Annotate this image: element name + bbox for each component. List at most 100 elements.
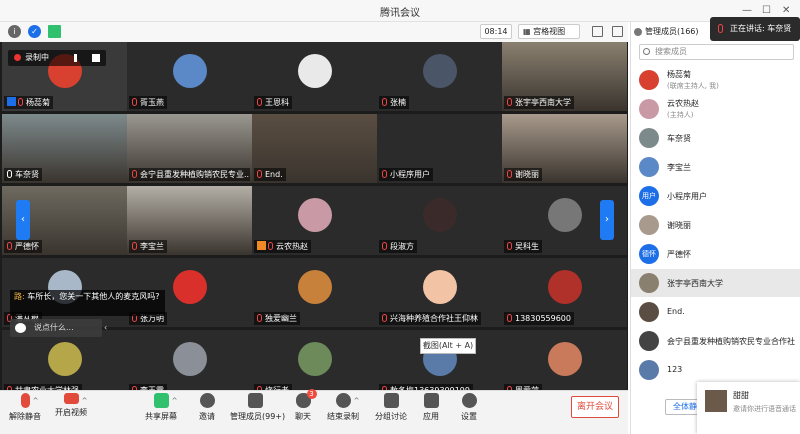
microphone-muted-icon: ^	[20, 393, 39, 408]
member-item[interactable]: 杨蕊菊 (联席主持人, 我)	[631, 66, 800, 94]
manager-icon	[257, 241, 266, 250]
chat-bubble-icon	[15, 323, 26, 333]
participant-avatar	[297, 270, 332, 304]
participant-name-tag: 李宝兰	[129, 240, 167, 253]
manage-members-button[interactable]: 管理成员(99+)	[230, 393, 285, 431]
participant-tile[interactable]: 甘肃农业大学林强	[2, 330, 127, 399]
record-icon: ^	[335, 393, 360, 408]
member-item[interactable]: 德怀 严德怀	[631, 240, 800, 268]
maximize-icon[interactable]: ☐	[762, 5, 771, 16]
end-recording-button[interactable]: ^ 结束录制	[326, 393, 360, 431]
member-item[interactable]: 张宇亭西南大学	[631, 269, 800, 297]
participant-tile[interactable]: 周爱萍	[502, 330, 627, 399]
participant-tile[interactable]: 张宇亭西南大学	[502, 42, 627, 111]
participant-tile[interactable]: 王恩科	[252, 42, 377, 111]
apps-button[interactable]: 应用	[420, 393, 442, 431]
participant-tile[interactable]: 车奈贤	[2, 114, 127, 183]
share-screen-button[interactable]: ^ 共享屏幕	[144, 393, 178, 431]
shield-icon[interactable]: ✓	[28, 25, 41, 38]
gallery-view-button[interactable]: ▦ 宫格视图	[518, 24, 580, 39]
participant-tile[interactable]: 谢晓丽	[502, 114, 627, 183]
meeting-timer: 08:14	[480, 24, 512, 39]
video-grid: 杨蕊菊 胥玉燕 王恩科 张楠 张宇亭西南大学 车奈贤 会宁县重发种植购销农民专业... End…	[0, 42, 628, 399]
pause-recording-icon[interactable]	[74, 54, 77, 62]
microphone-muted-icon	[132, 98, 137, 106]
participant-tile[interactable]: 张楠	[377, 42, 502, 111]
participant-name-tag: 独爱幽兰	[254, 312, 300, 325]
participant-tile[interactable]: 李玉霞	[127, 330, 252, 399]
close-icon[interactable]: ✕	[782, 5, 790, 16]
chevron-up-icon[interactable]: ^	[172, 397, 178, 405]
participant-tile[interactable]: 段淑方	[377, 186, 502, 255]
recording-label: 录制中	[25, 53, 49, 62]
member-item[interactable]: 云农热赵 (主持人)	[631, 95, 800, 123]
breakout-label: 分组讨论	[375, 412, 407, 421]
member-avatar	[639, 99, 659, 119]
signal-icon[interactable]	[48, 25, 61, 38]
caller-avatar	[705, 390, 727, 412]
participant-avatar	[547, 342, 582, 376]
member-item[interactable]: 用户 小程序用户	[631, 182, 800, 210]
participant-name-tag: 张宇亭西南大学	[504, 96, 574, 109]
breakout-rooms-button[interactable]: 分组讨论	[374, 393, 408, 431]
member-name: 云农热赵	[667, 99, 699, 108]
participant-name-tag: 13830559600	[504, 312, 574, 325]
gallery-view-label: 宫格视图	[533, 27, 566, 36]
member-item[interactable]: End.	[631, 298, 800, 326]
stop-recording-icon[interactable]	[92, 54, 100, 62]
caller-name: 甜甜	[733, 391, 749, 400]
meeting-window: 腾讯会议 — ☐ ✕ i ✓ 08:14 ▦ 宫格视图 杨蕊菊 胥玉燕 王恩科 张楠张…	[0, 0, 800, 434]
info-icon[interactable]: i	[8, 25, 21, 38]
participant-avatar	[297, 198, 332, 232]
participant-tile[interactable]: 小程序用户	[377, 114, 502, 183]
breakout-icon	[383, 393, 399, 408]
member-name: 杨蕊菊	[667, 70, 691, 79]
call-notification[interactable]: 甜甜 邀请你进行语音通话	[697, 382, 800, 434]
member-role: (联席主持人, 我)	[667, 82, 719, 90]
chat-popup: 路: 车所长，您关一下其他人的麦克风吗?	[10, 290, 165, 316]
participant-tile[interactable]: 13830559600	[502, 258, 627, 327]
participant-name-tag: 小程序用户	[379, 168, 433, 181]
previous-page-button[interactable]: ‹	[16, 200, 30, 240]
chat-input[interactable]: 说点什么... ‹	[10, 319, 107, 337]
title-bar: 腾讯会议 — ☐ ✕	[0, 0, 800, 22]
chevron-up-icon[interactable]: ^	[82, 397, 88, 405]
chat-button[interactable]: 3 聊天	[292, 389, 317, 431]
fullscreen-icon[interactable]	[592, 26, 603, 37]
participant-tile[interactable]: End.	[252, 114, 377, 183]
chevron-up-icon[interactable]: ^	[354, 397, 360, 405]
participant-name: 会宁县重发种植购销农民专业...	[140, 170, 250, 179]
participant-tile[interactable]: 独爱幽兰	[252, 258, 377, 327]
minimize-icon[interactable]: —	[742, 5, 752, 16]
mute-button[interactable]: ^ 解除静音	[8, 393, 42, 431]
microphone-muted-icon	[507, 170, 512, 178]
video-button[interactable]: ^ 开启视频	[54, 393, 88, 431]
next-page-button[interactable]: ›	[600, 200, 614, 240]
member-item[interactable]: 会宁县重发种植购销农民专业合作社	[631, 327, 800, 355]
chevron-left-icon[interactable]: ‹	[104, 319, 116, 337]
member-name: 谢晓丽	[667, 221, 691, 230]
participant-name: 段淑方	[390, 242, 414, 251]
participant-tile[interactable]: 李宝兰	[127, 186, 252, 255]
participant-name-tag: End.	[254, 168, 286, 181]
participant-tile[interactable]: 兴海种养殖合作社王仰林	[377, 258, 502, 327]
participant-tile[interactable]: 会宁县重发种植购销农民专业...	[127, 114, 252, 183]
chevron-up-icon[interactable]: ^	[33, 397, 39, 405]
member-avatar	[639, 302, 659, 322]
member-search-input[interactable]: 搜索成员	[639, 44, 794, 60]
participant-tile[interactable]: 云农热赵	[252, 186, 377, 255]
participant-tile[interactable]: 胥玉燕	[127, 42, 252, 111]
participant-name: 独爱幽兰	[265, 314, 297, 323]
leave-meeting-button[interactable]: 离开会议	[571, 396, 619, 418]
window-title: 腾讯会议	[380, 8, 420, 19]
sidebar-toggle-icon[interactable]	[612, 26, 623, 37]
member-item[interactable]: 车奈贤	[631, 124, 800, 152]
participant-tile[interactable]: 烧行者	[252, 330, 377, 399]
member-item[interactable]: 123	[631, 356, 800, 384]
member-search-placeholder: 搜索成员	[655, 47, 687, 56]
member-item[interactable]: 李宝兰	[631, 153, 800, 181]
invite-button[interactable]: 邀请	[196, 393, 218, 431]
member-avatar: 德怀	[639, 244, 659, 264]
settings-button[interactable]: 设置	[458, 393, 480, 431]
member-item[interactable]: 谢晓丽	[631, 211, 800, 239]
